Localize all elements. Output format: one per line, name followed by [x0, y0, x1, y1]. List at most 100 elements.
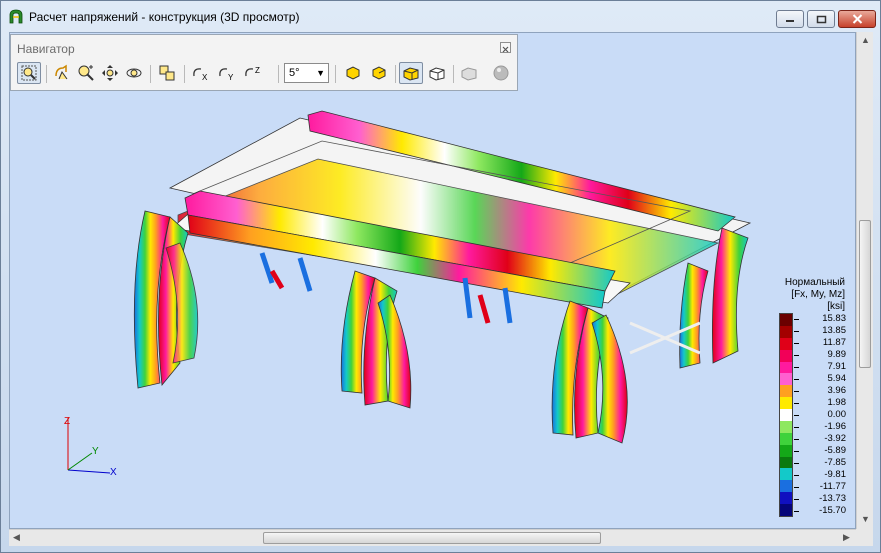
- legend-value: -7.85: [794, 457, 846, 469]
- toolbar-separator: [46, 65, 47, 83]
- navigator-title: Навигатор: [17, 42, 75, 56]
- legend-color-bar: [779, 313, 793, 517]
- toolbar-separator: [278, 65, 279, 83]
- minimize-icon: [786, 20, 794, 22]
- legend-title-line3: [ksi]: [827, 301, 845, 312]
- legend-color-swatch: [780, 468, 792, 481]
- legend-color-swatch: [780, 325, 792, 338]
- legend-color-swatch: [780, 480, 792, 493]
- legend-color-swatch: [780, 349, 792, 362]
- minimize-button[interactable]: [776, 10, 804, 28]
- maximize-button[interactable]: [807, 10, 835, 28]
- view-right-icon: [372, 66, 386, 80]
- legend-color-swatch: [780, 385, 792, 398]
- app-icon: [9, 9, 23, 24]
- structure-model: [133, 110, 752, 444]
- render-sphere-tool[interactable]: [489, 62, 513, 84]
- pan-tool[interactable]: [99, 62, 121, 84]
- rotate-z-icon: Z: [245, 66, 260, 77]
- title-bar[interactable]: Расчет напряжений - конструкция (3D прос…: [1, 1, 880, 31]
- legend-values: 15.83 13.85 11.87 9.89 7.91 5.94 3.96 1.98 0.00-…: [794, 313, 846, 517]
- legend-value: 3.96: [794, 385, 846, 397]
- zoom-tool[interactable]: [75, 62, 97, 84]
- scroll-right-icon[interactable]: ▶: [843, 532, 850, 543]
- wireframe-view-tool[interactable]: [425, 62, 449, 84]
- horizontal-scrollbar[interactable]: ◀ ▶: [9, 529, 856, 546]
- legend-value: -5.89: [794, 445, 846, 457]
- rotate-y-icon: Y: [219, 68, 234, 82]
- legend-color-swatch: [780, 337, 792, 350]
- svg-text:Z: Z: [255, 66, 260, 75]
- legend-color-swatch: [780, 432, 792, 445]
- rotate-z-tool[interactable]: Z: [241, 62, 265, 84]
- legend-value: -9.81: [794, 469, 846, 481]
- legend-color-swatch: [780, 361, 792, 374]
- legend-color-swatch: [780, 373, 792, 386]
- solid-view-tool[interactable]: [399, 62, 423, 84]
- navigator-panel: Навигатор X Y Z 5° ▼: [10, 34, 518, 91]
- scroll-left-icon[interactable]: ◀: [13, 532, 20, 543]
- horizontal-scroll-thumb[interactable]: [263, 532, 601, 544]
- legend-value: -11.77: [794, 481, 846, 493]
- app-window: Расчет напряжений - конструкция (3D прос…: [0, 0, 881, 553]
- 3d-viewport[interactable]: Z Y X: [9, 32, 856, 529]
- legend-value: 15.83: [794, 313, 846, 325]
- view-left-icon: [346, 66, 360, 80]
- stress-model-render: [67, 110, 752, 474]
- orbit-tool[interactable]: [123, 62, 145, 84]
- view-right-tool[interactable]: [367, 62, 391, 84]
- legend-title-line1: Нормальный: [784, 277, 845, 288]
- fit-all-tool[interactable]: [155, 62, 179, 84]
- view-left-tool[interactable]: [341, 62, 365, 84]
- legend-color-swatch: [780, 409, 792, 421]
- legend-color-swatch: [780, 504, 792, 516]
- legend-value: -1.96: [794, 421, 846, 433]
- rotate-y-tool[interactable]: Y: [215, 62, 239, 84]
- legend-color-swatch: [780, 444, 792, 457]
- legend-value: -13.73: [794, 493, 846, 505]
- angle-step-select[interactable]: 5° ▼: [284, 63, 329, 83]
- legend-value: 13.85: [794, 325, 846, 337]
- toolbar-separator: [184, 65, 185, 83]
- zoom-window-tool[interactable]: [17, 62, 41, 84]
- hidden-view-tool[interactable]: [457, 62, 481, 84]
- svg-text:Y: Y: [228, 73, 234, 82]
- legend-color-swatch: [780, 314, 792, 326]
- angle-step-value: 5°: [289, 67, 300, 79]
- legend-value: 11.87: [794, 337, 846, 349]
- axis-x-label: X: [110, 467, 117, 478]
- toolbar-separator: [453, 65, 454, 83]
- solid-view-icon: [403, 67, 419, 81]
- legend-title-line2: [Fx, My, Mz]: [791, 289, 845, 300]
- zoom-window-icon: [21, 65, 37, 81]
- toolbar-separator: [150, 65, 151, 83]
- legend-value: 1.98: [794, 397, 846, 409]
- rotate-icon: [55, 64, 68, 80]
- axis-triad: [67, 418, 111, 474]
- legend-value: 7.91: [794, 361, 846, 373]
- rotate-tool[interactable]: [51, 62, 73, 84]
- legend-value: 5.94: [794, 373, 846, 385]
- maximize-icon: [816, 15, 826, 23]
- close-button[interactable]: [838, 10, 876, 28]
- scroll-up-icon[interactable]: ▲: [861, 35, 870, 45]
- zoom-icon: [78, 65, 94, 81]
- navigator-close-button[interactable]: [500, 42, 511, 53]
- legend-title: Нормальный [Fx, My, Mz] [ksi]: [769, 277, 845, 313]
- orbit-icon: [126, 68, 142, 78]
- scroll-down-icon[interactable]: ▼: [861, 514, 870, 524]
- legend-color-swatch: [780, 456, 792, 469]
- rotate-x-icon: X: [193, 68, 208, 82]
- vertical-scrollbar[interactable]: ▲ ▼: [856, 32, 873, 529]
- vertical-scroll-thumb[interactable]: [859, 220, 871, 368]
- scrollbar-corner: [856, 529, 873, 546]
- axis-y-label: Y: [92, 446, 99, 457]
- toolbar-separator: [395, 65, 396, 83]
- legend-color-swatch: [780, 420, 792, 433]
- legend-value: 9.89: [794, 349, 846, 361]
- rotate-x-tool[interactable]: X: [189, 62, 213, 84]
- legend-value: -3.92: [794, 433, 846, 445]
- legend-color-swatch: [780, 397, 792, 409]
- legend-value: -15.70: [794, 505, 846, 517]
- toolbar-separator: [335, 65, 336, 83]
